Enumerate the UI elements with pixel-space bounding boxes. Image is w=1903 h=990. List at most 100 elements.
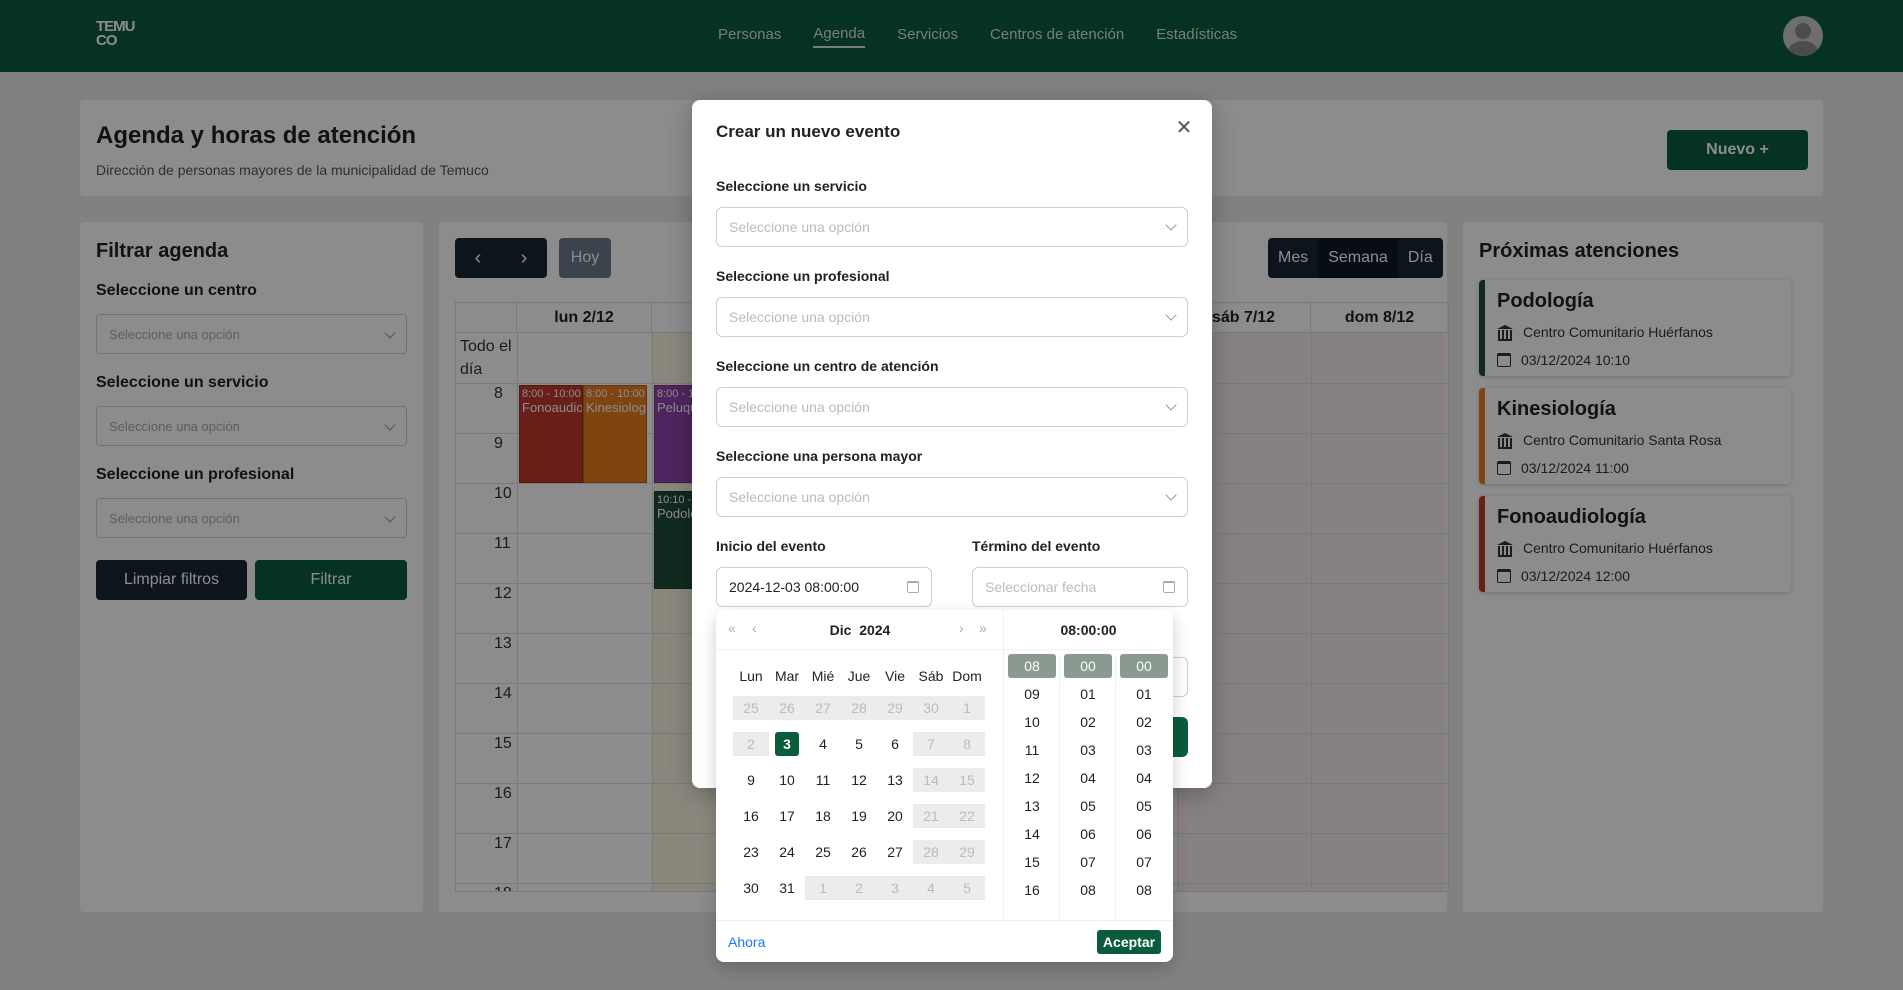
day-number: 25 [743, 700, 759, 716]
chevron-down-icon [1165, 399, 1177, 411]
day-cell[interactable]: 9 [733, 768, 769, 792]
chevron-down-icon [1165, 489, 1177, 501]
day-cell[interactable]: 24 [769, 840, 805, 864]
day-cell[interactable]: 5 [841, 732, 877, 756]
day-number: 18 [815, 808, 831, 824]
hour-option[interactable]: 14 [1008, 822, 1056, 846]
modal-title: Crear un nuevo evento [716, 122, 901, 141]
day-cell[interactable]: 6 [877, 732, 913, 756]
second-option[interactable]: 02 [1120, 710, 1168, 734]
minute-option[interactable]: 05 [1064, 794, 1112, 818]
now-link[interactable]: Ahora [728, 934, 765, 950]
minute-option[interactable]: 03 [1064, 738, 1112, 762]
hour-option[interactable]: 15 [1008, 850, 1056, 874]
start-date-input[interactable]: 2024-12-03 08:00:00 [716, 567, 932, 607]
picker-header: « ‹ Dic 2024 › » [716, 610, 1004, 650]
day-cell[interactable]: 4 [913, 876, 949, 900]
minute-option[interactable]: 07 [1064, 850, 1112, 874]
day-number: 14 [923, 772, 939, 788]
hour-option[interactable]: 16 [1008, 878, 1056, 902]
day-cell[interactable]: 14 [913, 768, 949, 792]
close-icon[interactable]: ✕ [1174, 118, 1194, 138]
day-cell[interactable]: 1 [805, 876, 841, 900]
day-cell[interactable]: 10 [769, 768, 805, 792]
day-cell[interactable]: 3 [877, 876, 913, 900]
day-cell[interactable]: 13 [877, 768, 913, 792]
second-option[interactable]: 06 [1120, 822, 1168, 846]
second-option[interactable]: 08 [1120, 878, 1168, 902]
picker-year[interactable]: 2024 [859, 622, 890, 638]
day-cell[interactable]: 18 [805, 804, 841, 828]
modal-professional-select[interactable]: Seleccione una opción [716, 297, 1188, 337]
day-cell[interactable]: 28 [841, 696, 877, 720]
day-cell[interactable]: 1 [949, 696, 985, 720]
second-option[interactable]: 00 [1120, 654, 1168, 678]
day-cell[interactable]: 20 [877, 804, 913, 828]
day-cell[interactable]: 19 [841, 804, 877, 828]
day-cell[interactable]: 26 [769, 696, 805, 720]
next-month-icon[interactable]: › [959, 620, 964, 636]
day-cell[interactable]: 25 [733, 696, 769, 720]
seconds-column[interactable]: 00 01 02 03 04 05 06 07 08 [1116, 654, 1172, 920]
second-option[interactable]: 01 [1120, 682, 1168, 706]
accept-button[interactable]: Aceptar [1097, 930, 1161, 954]
hour-option[interactable]: 09 [1008, 682, 1056, 706]
minute-option[interactable]: 06 [1064, 822, 1112, 846]
day-cell[interactable]: 15 [949, 768, 985, 792]
day-number: 27 [815, 700, 831, 716]
minute-option[interactable]: 00 [1064, 654, 1112, 678]
end-date-input[interactable]: Seleccionar fecha [972, 567, 1188, 607]
minutes-column[interactable]: 00 01 02 03 04 05 06 07 08 [1060, 654, 1116, 920]
minute-option[interactable]: 04 [1064, 766, 1112, 790]
picker-month[interactable]: Dic [830, 622, 852, 638]
day-number: 16 [743, 808, 759, 824]
day-cell[interactable]: 31 [769, 876, 805, 900]
day-cell[interactable]: 5 [949, 876, 985, 900]
modal-professional-label: Seleccione un profesional [716, 268, 890, 284]
day-cell[interactable]: 2 [733, 732, 769, 756]
day-cell[interactable]: 12 [841, 768, 877, 792]
modal-service-select[interactable]: Seleccione una opción [716, 207, 1188, 247]
hour-option[interactable]: 11 [1008, 738, 1056, 762]
hour-option[interactable]: 12 [1008, 766, 1056, 790]
minute-option[interactable]: 08 [1064, 878, 1112, 902]
day-cell[interactable]: 26 [841, 840, 877, 864]
minute-option[interactable]: 02 [1064, 710, 1112, 734]
second-option[interactable]: 05 [1120, 794, 1168, 818]
day-number: 30 [923, 700, 939, 716]
day-cell[interactable]: 30 [733, 876, 769, 900]
modal-center-select[interactable]: Seleccione una opción [716, 387, 1188, 427]
day-cell[interactable]: 16 [733, 804, 769, 828]
end-date-placeholder: Seleccionar fecha [985, 579, 1097, 595]
hour-option[interactable]: 10 [1008, 710, 1056, 734]
day-cell[interactable]: 11 [805, 768, 841, 792]
day-cell[interactable]: 2 [841, 876, 877, 900]
day-cell[interactable]: 27 [877, 840, 913, 864]
second-option[interactable]: 07 [1120, 850, 1168, 874]
hour-option[interactable]: 13 [1008, 794, 1056, 818]
day-cell[interactable]: 21 [913, 804, 949, 828]
day-cell[interactable]: 4 [805, 732, 841, 756]
day-cell[interactable]: 27 [805, 696, 841, 720]
day-cell[interactable]: 7 [913, 732, 949, 756]
day-cell[interactable]: 29 [949, 840, 985, 864]
day-cell[interactable]: 28 [913, 840, 949, 864]
time-pane: 08:00:00 08 09 10 11 12 13 14 15 16 00 01 02 03 04 05… [1004, 610, 1173, 920]
day-cell[interactable]: 17 [769, 804, 805, 828]
day-cell[interactable]: 25 [805, 840, 841, 864]
day-cell[interactable]: 8 [949, 732, 985, 756]
hour-option[interactable]: 08 [1008, 654, 1056, 678]
hours-column[interactable]: 08 09 10 11 12 13 14 15 16 [1004, 654, 1060, 920]
day-cell-selected[interactable]: 3 [769, 732, 805, 756]
second-option[interactable]: 04 [1120, 766, 1168, 790]
day-cell[interactable]: 22 [949, 804, 985, 828]
minute-option[interactable]: 01 [1064, 682, 1112, 706]
day-cell[interactable]: 29 [877, 696, 913, 720]
modal-person-select[interactable]: Seleccione una opción [716, 477, 1188, 517]
day-number: 28 [851, 700, 867, 716]
second-option[interactable]: 03 [1120, 738, 1168, 762]
next-year-icon[interactable]: » [979, 620, 987, 636]
day-cell[interactable]: 30 [913, 696, 949, 720]
weekday-header: Sáb [918, 668, 944, 684]
day-cell[interactable]: 23 [733, 840, 769, 864]
